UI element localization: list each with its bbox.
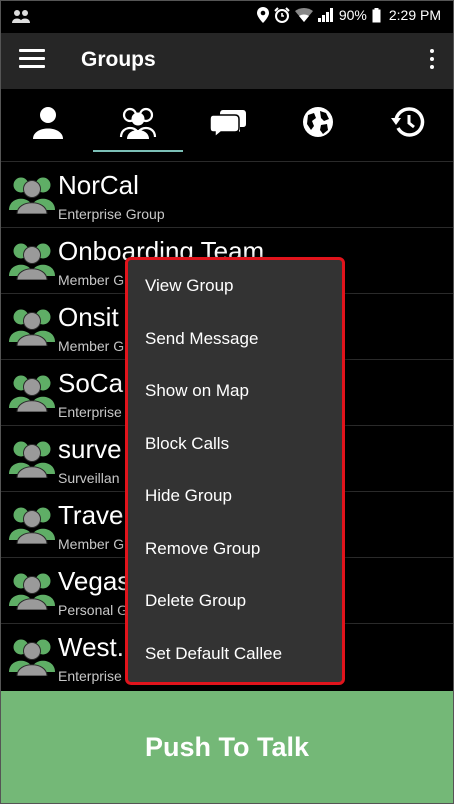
group-name: Trave (58, 500, 124, 530)
menu-item-show-on-map[interactable]: Show on Map (128, 365, 342, 418)
status-bar: 90% 2:29 PM (1, 1, 453, 33)
tab-history[interactable] (363, 89, 453, 155)
menu-item-hide-group[interactable]: Hide Group (128, 470, 342, 523)
group-avatar-icon (9, 372, 55, 413)
menu-item-delete-group[interactable]: Delete Group (128, 575, 342, 628)
app-bar: Groups (1, 33, 453, 89)
group-type: Enterprise Group (58, 206, 165, 222)
menu-item-block-calls[interactable]: Block Calls (128, 418, 342, 471)
tab-messages[interactable] (183, 89, 273, 155)
group-name: SoCa (58, 368, 124, 398)
group-name: NorCal (58, 170, 139, 200)
group-avatar-icon (9, 174, 55, 215)
page-title: Groups (81, 48, 156, 71)
person-icon (33, 107, 63, 139)
tab-contacts[interactable] (3, 89, 93, 155)
group-avatar-icon (9, 306, 55, 347)
group-name: West. (58, 632, 124, 662)
group-type: Surveillan (58, 470, 120, 486)
group-name: surve (58, 434, 122, 464)
group-avatar-icon (9, 240, 55, 281)
history-icon (391, 107, 425, 137)
push-to-talk-label: Push To Talk (144, 731, 310, 762)
tab-groups[interactable] (93, 89, 183, 155)
group-avatar-icon (9, 438, 55, 479)
group-avatar-icon (9, 504, 55, 545)
menu-item-set-default-callee[interactable]: Set Default Callee (128, 628, 342, 681)
group-type: Personal G (58, 602, 129, 618)
tab-map[interactable] (273, 89, 363, 155)
hamburger-menu-icon[interactable] (19, 49, 45, 73)
group-context-menu: View Group Send Message Show on Map Block C… (125, 257, 345, 685)
wifi-icon (294, 8, 313, 22)
chat-bubbles-icon (209, 110, 246, 138)
group-type: Member G (58, 338, 125, 354)
alarm-icon (274, 7, 290, 23)
battery-icon (372, 7, 381, 22)
overflow-menu-icon[interactable] (427, 49, 437, 75)
group-avatar-icon (9, 570, 55, 611)
battery-percent: 90% (338, 7, 367, 23)
group-avatar-icon (9, 636, 55, 677)
app-window: 90% 2:29 PM Groups NorCal Enterprise Gro… (0, 0, 454, 804)
group-type: Member G (58, 272, 125, 288)
group-type: Member G (58, 536, 125, 552)
clock: 2:29 PM (388, 7, 441, 23)
group-row[interactable]: NorCal Enterprise Group (1, 161, 453, 227)
menu-item-remove-group[interactable]: Remove Group (128, 523, 342, 576)
menu-item-send-message[interactable]: Send Message (128, 313, 342, 366)
group-icon (119, 107, 157, 139)
group-name: Vegas (58, 566, 131, 596)
group-notification-icon (11, 8, 31, 29)
globe-icon (303, 107, 333, 137)
location-icon (256, 7, 269, 23)
tab-bar (1, 89, 453, 155)
group-name: Onsit (58, 302, 119, 332)
menu-item-view-group[interactable]: View Group (128, 260, 342, 313)
group-type: Enterprise (58, 404, 122, 420)
signal-icon (317, 8, 333, 22)
group-type: Enterprise (58, 668, 122, 684)
push-to-talk-button[interactable]: Push To Talk (1, 691, 453, 803)
